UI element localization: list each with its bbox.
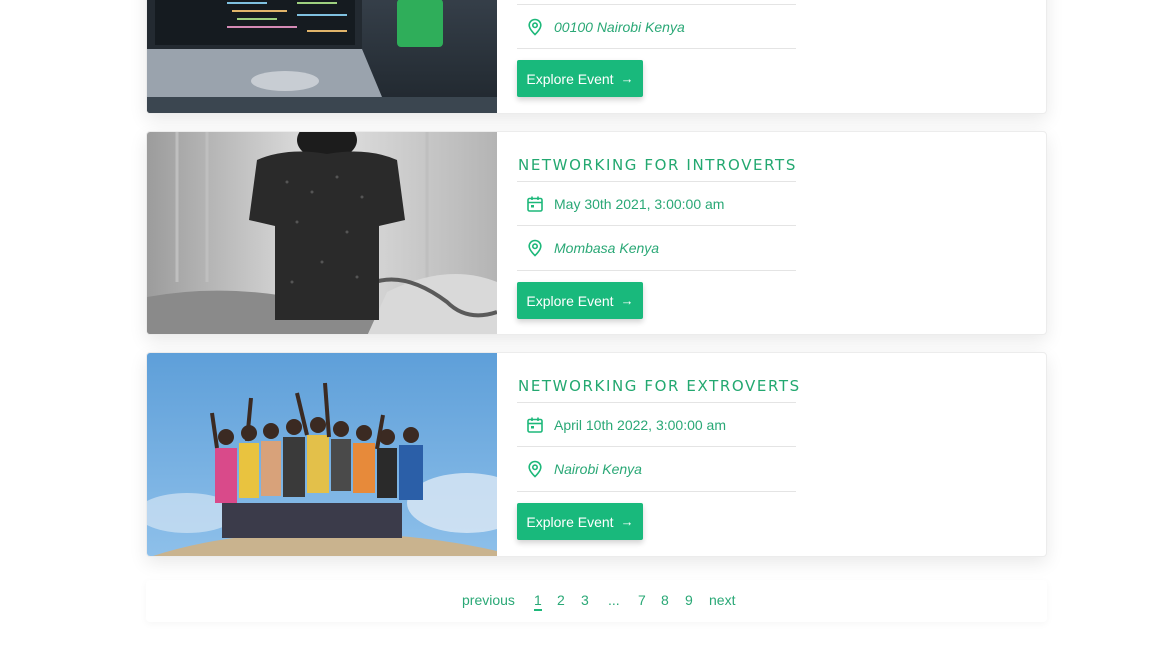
event-details: NETWORKING FOR EXTROVERTS April 10th 202… — [517, 353, 801, 556]
event-title: NETWORKING FOR INTROVERTS — [518, 156, 797, 174]
arrow-right-icon: → — [620, 293, 634, 308]
pagination-page[interactable]: 8 — [661, 592, 669, 608]
pagination-page[interactable]: 3 — [581, 592, 589, 608]
calendar-icon — [526, 195, 544, 213]
explore-event-button[interactable]: Explore Event → — [517, 503, 643, 540]
arrow-right-icon: → — [620, 71, 634, 86]
event-image-person — [147, 132, 497, 334]
location-pin-icon — [526, 239, 544, 257]
event-date: May 30th 2021, 3:00:00 am — [554, 196, 725, 212]
explore-event-label: Explore Event — [526, 513, 614, 530]
event-location-row: Nairobi Kenya — [517, 447, 796, 492]
pagination-page[interactable]: 7 — [638, 592, 646, 608]
event-location: Nairobi Kenya — [554, 461, 642, 477]
event-card: NETWORKING FOR INTROVERTS May 30th 2021,… — [146, 131, 1047, 335]
event-details: NETWORKING FOR INTROVERTS May 30th 2021,… — [517, 132, 797, 334]
calendar-icon — [526, 416, 544, 434]
location-pin-icon — [526, 460, 544, 478]
event-details: 00100 Nairobi Kenya Explore Event → — [517, 0, 797, 113]
event-date-row: April 10th 2022, 3:00:00 am — [517, 402, 796, 447]
explore-event-label: Explore Event — [526, 70, 614, 87]
pagination-ellipsis: ... — [608, 592, 620, 608]
event-date-row: May 30th 2021, 3:00:00 am — [517, 181, 796, 226]
pagination-next[interactable]: next — [709, 592, 735, 608]
arrow-right-icon: → — [620, 514, 634, 529]
explore-event-button[interactable]: Explore Event → — [517, 282, 643, 319]
event-date: April 10th 2022, 3:00:00 am — [554, 417, 727, 433]
location-pin-icon — [526, 18, 544, 36]
event-card: 00100 Nairobi Kenya Explore Event → — [146, 0, 1047, 114]
event-card: NETWORKING FOR EXTROVERTS April 10th 202… — [146, 352, 1047, 557]
explore-event-button[interactable]: Explore Event → — [517, 60, 643, 97]
explore-event-label: Explore Event — [526, 292, 614, 309]
pagination: previous 1 2 3 ... 7 8 9 next — [146, 580, 1047, 622]
event-image-group — [147, 353, 497, 556]
pagination-page[interactable]: 9 — [685, 592, 693, 608]
event-title: NETWORKING FOR EXTROVERTS — [518, 377, 801, 395]
pagination-page-current[interactable]: 1 — [534, 592, 542, 611]
event-location-row: 00100 Nairobi Kenya — [517, 4, 796, 49]
event-location-row: Mombasa Kenya — [517, 226, 796, 271]
event-location: Mombasa Kenya — [554, 240, 660, 256]
pagination-page[interactable]: 2 — [557, 592, 565, 608]
event-image-laptop — [147, 0, 497, 113]
pagination-previous[interactable]: previous — [462, 592, 515, 608]
event-location: 00100 Nairobi Kenya — [554, 19, 685, 35]
